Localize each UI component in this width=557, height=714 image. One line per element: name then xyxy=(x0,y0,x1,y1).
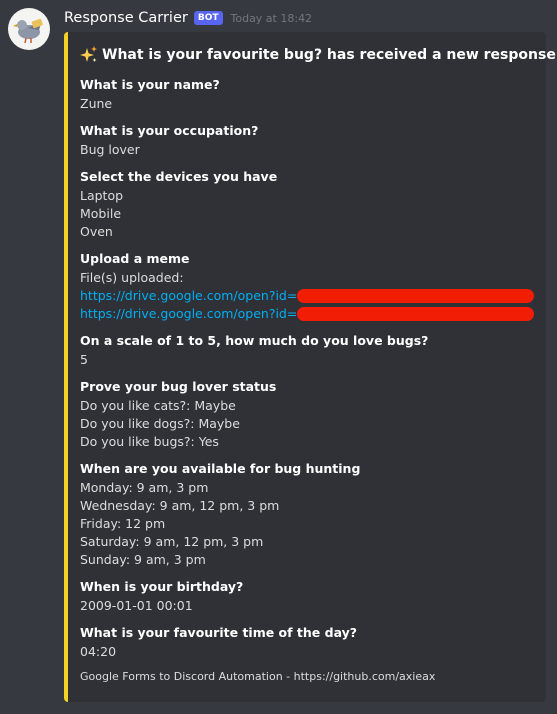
field-value: Bug lover xyxy=(80,142,140,157)
bot-badge: BOT xyxy=(193,11,223,25)
field-label: When are you available for bug hunting xyxy=(80,461,361,476)
message-header: Response Carrier BOT Today at 18:42 xyxy=(64,10,312,26)
response-embed: What is your favourite bug? has received… xyxy=(64,32,557,702)
drive-link[interactable]: https://drive.google.com/open?id= xyxy=(80,287,297,305)
field-favourite-time: What is your favourite time of the day? … xyxy=(80,624,534,661)
field-value: Oven xyxy=(80,224,113,239)
redaction-mark xyxy=(297,307,534,321)
field-value: 2009-01-01 00:01 xyxy=(80,598,193,613)
field-value: Monday: 9 am, 3 pm xyxy=(80,480,209,495)
field-value: Do you like dogs?: Maybe xyxy=(80,416,240,431)
field-label: What is your occupation? xyxy=(80,123,259,138)
field-label: Upload a meme xyxy=(80,251,190,266)
field-value: Friday: 12 pm xyxy=(80,516,166,531)
field-value: Zune xyxy=(80,96,113,111)
field-bug-lover-status: Prove your bug lover status Do you like … xyxy=(80,378,534,451)
embed-title: What is your favourite bug? has received… xyxy=(80,46,557,64)
field-label: Prove your bug lover status xyxy=(80,379,277,394)
field-label: What is your favourite time of the day? xyxy=(80,625,358,640)
field-birthday: When is your birthday? 2009-01-01 00:01 xyxy=(80,578,534,615)
field-occupation: What is your occupation? Bug lover xyxy=(80,122,534,159)
field-devices: Select the devices you have Laptop Mobil… xyxy=(80,168,534,241)
field-upload: Upload a meme File(s) uploaded: https://… xyxy=(80,250,534,323)
message-timestamp[interactable]: Today at 18:42 xyxy=(231,12,313,25)
sparkles-icon xyxy=(80,46,97,62)
field-value: Sunday: 9 am, 3 pm xyxy=(80,552,206,567)
field-label: On a scale of 1 to 5, how much do you lo… xyxy=(80,333,429,348)
field-value: 04:20 xyxy=(80,644,117,659)
field-scale: On a scale of 1 to 5, how much do you lo… xyxy=(80,332,534,369)
field-value: Wednesday: 9 am, 12 pm, 3 pm xyxy=(80,498,280,513)
bot-avatar[interactable] xyxy=(8,8,50,50)
embed-footer: Google Forms to Discord Automation - htt… xyxy=(80,670,436,683)
field-value: Laptop xyxy=(80,188,124,203)
field-value: 5 xyxy=(80,352,88,367)
field-value: Do you like bugs?: Yes xyxy=(80,434,219,449)
field-label: What is your name? xyxy=(80,77,220,92)
pigeon-icon xyxy=(13,18,43,44)
field-label: When is your birthday? xyxy=(80,579,244,594)
field-name: What is your name? Zune xyxy=(80,76,534,113)
redaction-mark xyxy=(297,289,534,303)
field-value: Mobile xyxy=(80,206,122,221)
upload-intro: File(s) uploaded: xyxy=(80,270,184,285)
field-value: Do you like cats?: Maybe xyxy=(80,398,236,413)
embed-title-text: What is your favourite bug? has received… xyxy=(102,47,557,63)
field-value: Saturday: 9 am, 12 pm, 3 pm xyxy=(80,534,264,549)
field-availability: When are you available for bug hunting M… xyxy=(80,460,534,569)
username[interactable]: Response Carrier xyxy=(64,10,188,26)
drive-link[interactable]: https://drive.google.com/open?id= xyxy=(80,305,297,323)
field-label: Select the devices you have xyxy=(80,169,278,184)
